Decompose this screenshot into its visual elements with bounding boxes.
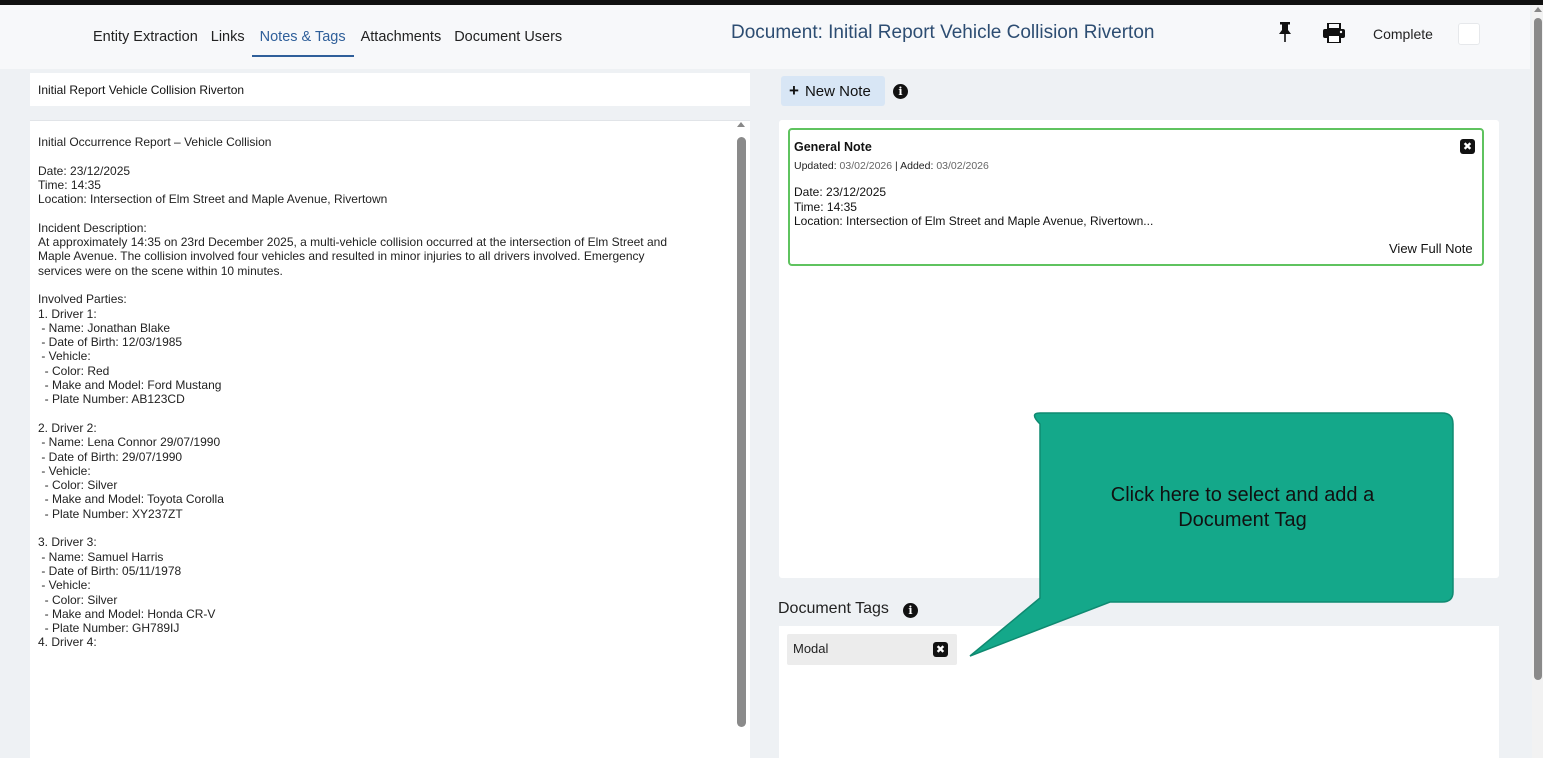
tab-document-users[interactable]: Document Users (454, 29, 562, 45)
note-meta: Updated: 03/02/2026 | Added: 03/02/2026 (794, 160, 989, 172)
note-added-label: Added: (900, 160, 934, 172)
page-scroll-up-arrow[interactable] (1534, 7, 1542, 12)
tab-bar: Entity Extraction Links Notes & Tags Att… (93, 29, 575, 57)
tab-entity-extraction[interactable]: Entity Extraction (93, 29, 198, 45)
note-updated-label: Updated: (794, 160, 837, 172)
print-icon[interactable] (1323, 23, 1345, 43)
new-note-button[interactable]: + New Note (781, 76, 885, 106)
close-icon[interactable]: ✖ (933, 642, 948, 657)
doc-scroll-up-arrow[interactable] (737, 122, 745, 127)
page-scrollbar-thumb[interactable] (1534, 18, 1542, 680)
document-tags-label: Document Tags (778, 600, 889, 617)
document-body-text: Initial Occurrence Report – Vehicle Coll… (38, 135, 667, 650)
document-body[interactable]: Initial Occurrence Report – Vehicle Coll… (30, 120, 750, 758)
callout-line1: Click here to select and add a (1110, 484, 1375, 506)
complete-checkbox[interactable] (1458, 23, 1480, 45)
tag-chip-label: Modal (793, 641, 829, 656)
document-tags-heading: Document Tags (778, 600, 889, 618)
callout-line2: Document Tag (1178, 509, 1307, 531)
document-title-input[interactable] (30, 73, 750, 106)
view-full-note-link[interactable]: View Full Note (1389, 241, 1473, 256)
close-icon[interactable]: ✖ (1460, 139, 1475, 154)
callout-text: Click here to select and add a Document … (1035, 483, 1450, 533)
doc-scrollbar-thumb[interactable] (737, 137, 746, 727)
note-updated-date: 03/02/2026 (839, 160, 893, 172)
note-content: Date: 23/12/2025 Time: 14:35 Location: I… (794, 185, 1154, 228)
tab-notes-tags[interactable]: Notes & Tags (251, 29, 354, 57)
note-title: General Note (794, 140, 872, 154)
tab-links[interactable]: Links (211, 29, 245, 45)
document-title: Document: Initial Report Vehicle Collisi… (731, 22, 1155, 43)
info-icon[interactable]: i (893, 84, 908, 99)
tab-attachments[interactable]: Attachments (361, 29, 442, 45)
new-note-label: New Note (804, 82, 871, 100)
pin-icon[interactable] (1278, 22, 1292, 42)
note-added-date: 03/02/2026 (936, 160, 989, 172)
plus-icon: + (789, 81, 799, 100)
info-icon[interactable]: i (903, 603, 918, 618)
note-meta-separator: | (895, 160, 898, 172)
complete-label: Complete (1373, 26, 1433, 42)
